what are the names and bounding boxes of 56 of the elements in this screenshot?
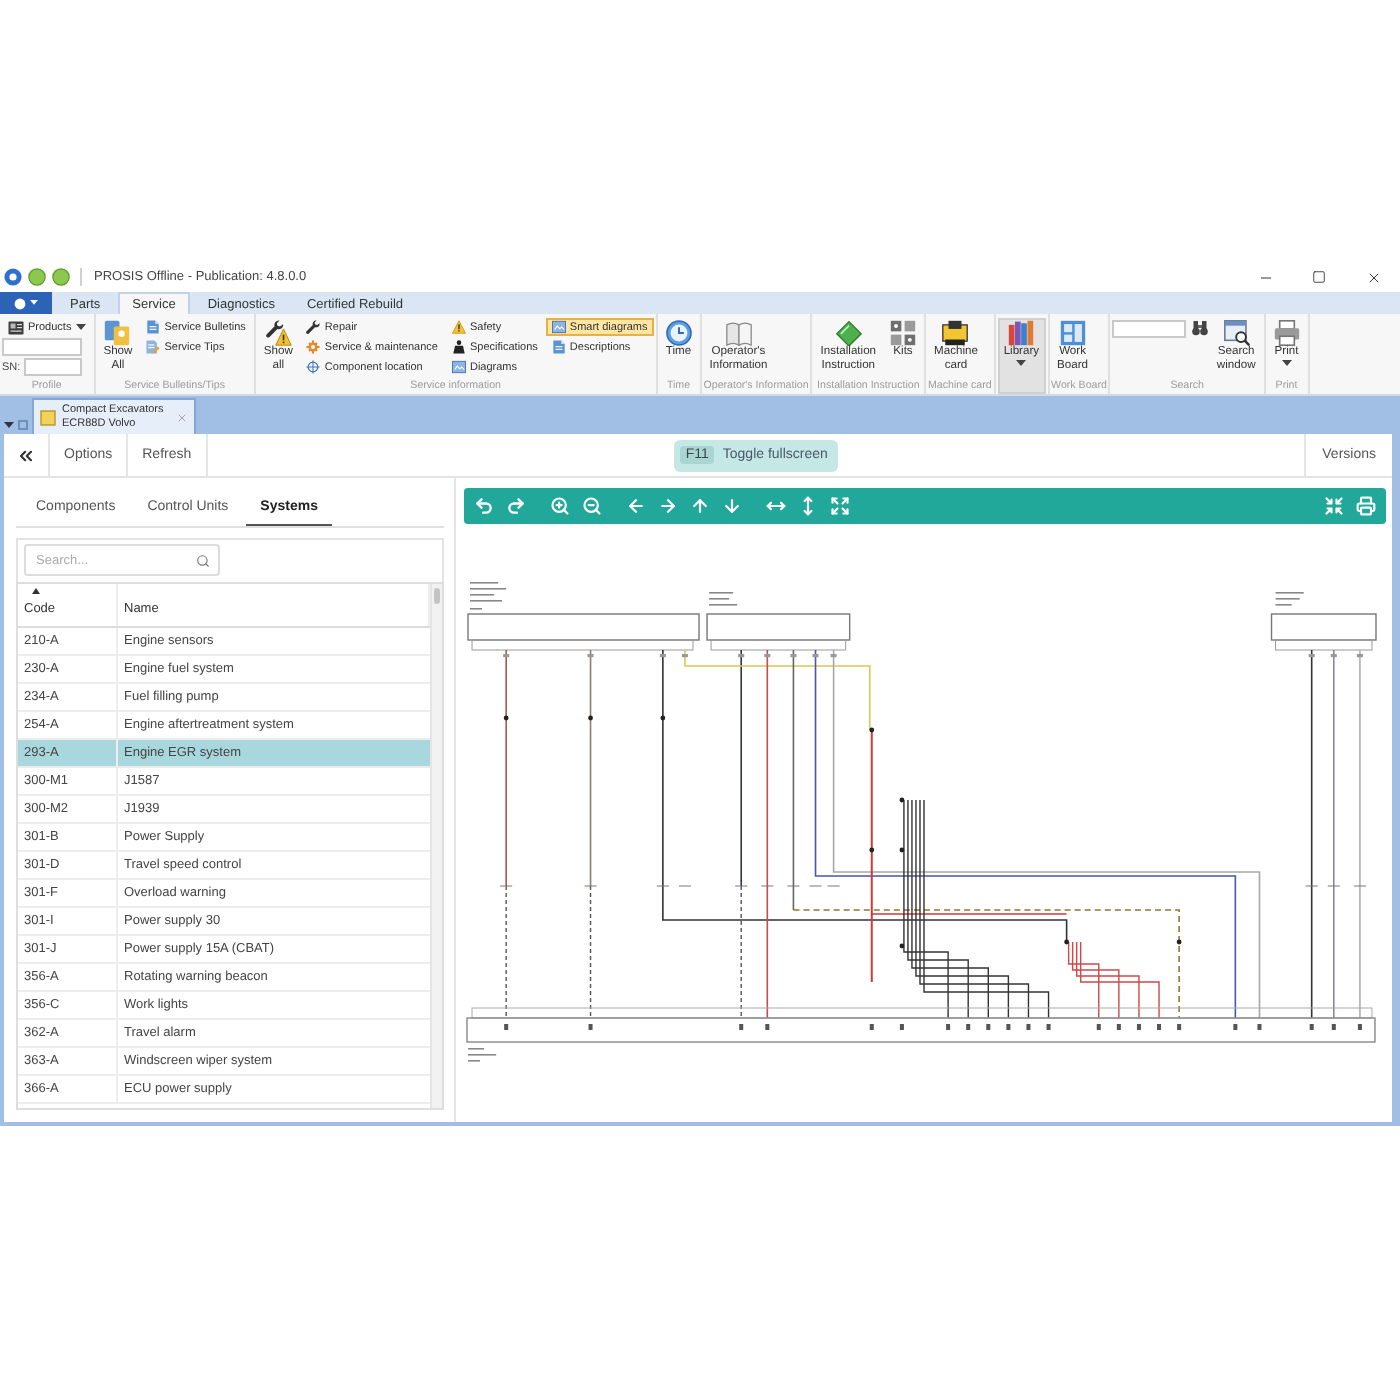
wrench-icon	[306, 320, 321, 334]
caret-icon	[30, 300, 38, 306]
arrow-down-icon[interactable]	[722, 496, 742, 516]
zoom-in-icon[interactable]	[550, 496, 570, 516]
circle-icon[interactable]	[28, 268, 46, 286]
horizontal-arrows-icon[interactable]	[766, 496, 786, 516]
caret-icon	[1281, 359, 1292, 365]
printer-icon[interactable]	[1356, 496, 1376, 516]
printer-icon	[1273, 320, 1300, 346]
document-icon	[551, 340, 566, 354]
redo-icon[interactable]	[506, 496, 526, 516]
caret-icon	[1016, 359, 1027, 365]
open-book-icon	[725, 320, 752, 346]
books-icon	[1008, 320, 1035, 346]
circle-icon[interactable]	[52, 268, 70, 286]
expand-icon[interactable]	[830, 496, 850, 516]
serial-number-field[interactable]	[24, 358, 82, 376]
zoom-out-icon[interactable]	[582, 496, 602, 516]
warning-icon	[451, 320, 466, 334]
document-icon	[146, 320, 161, 334]
diagram-icon	[451, 360, 466, 374]
search-input-field[interactable]	[1112, 320, 1187, 338]
chevrons-left-icon	[16, 445, 36, 465]
card-icon	[8, 319, 24, 335]
person-icon	[451, 340, 466, 354]
close-icon[interactable]	[1365, 269, 1381, 285]
note-icon	[40, 409, 56, 425]
arrow-left-icon[interactable]	[626, 496, 646, 516]
sort-ascending-icon	[32, 588, 40, 594]
machine-icon	[942, 320, 969, 346]
window-search-icon	[1223, 320, 1250, 346]
caret-icon	[4, 421, 14, 427]
application-menu-button[interactable]	[0, 292, 52, 314]
vertical-arrows-icon[interactable]	[798, 496, 818, 516]
crosshair-icon	[306, 360, 321, 374]
binoculars-icon[interactable]	[1192, 320, 1209, 336]
documents-icon	[104, 320, 131, 346]
parts-grid-icon	[890, 320, 917, 346]
arrow-right-icon[interactable]	[658, 496, 678, 516]
search-icon	[196, 553, 210, 567]
arrow-up-icon[interactable]	[690, 496, 710, 516]
diamond-icon	[835, 320, 862, 346]
orb-icon	[14, 297, 26, 309]
maximize-icon[interactable]	[1312, 270, 1326, 284]
wrench-warning-icon	[265, 320, 292, 346]
clock-icon	[665, 320, 692, 346]
board-icon	[1059, 320, 1086, 346]
diagram-icon	[551, 320, 566, 334]
scrollbar[interactable]	[430, 584, 442, 1108]
undo-icon[interactable]	[474, 496, 494, 516]
square-icon[interactable]	[18, 419, 28, 429]
caret-icon	[75, 324, 86, 330]
document-pencil-icon	[146, 340, 161, 354]
shrink-icon[interactable]	[1324, 496, 1344, 516]
input-field[interactable]	[2, 338, 82, 356]
gear-icon	[306, 340, 321, 354]
